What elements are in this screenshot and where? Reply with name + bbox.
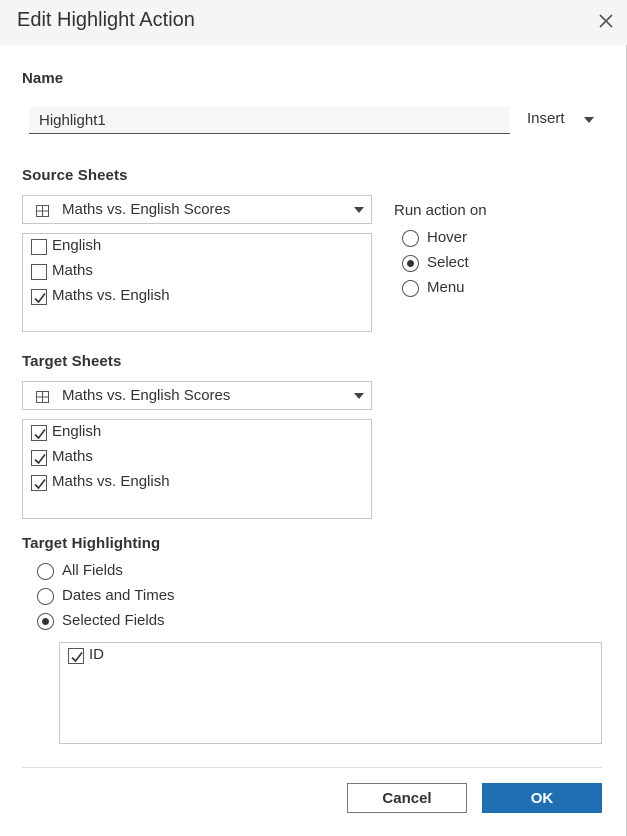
ok-button[interactable]: OK xyxy=(482,783,602,813)
radio-button[interactable] xyxy=(402,280,419,297)
edit-highlight-action-dialog: Edit Highlight Action Name Insert Source… xyxy=(0,0,627,836)
radio-button-selected[interactable] xyxy=(37,613,54,630)
name-input[interactable] xyxy=(29,107,510,134)
checkbox[interactable] xyxy=(31,239,47,255)
checkbox-checked[interactable] xyxy=(31,289,47,305)
chevron-down-icon xyxy=(354,207,364,213)
radio-button-selected[interactable] xyxy=(402,255,419,272)
chevron-down-icon xyxy=(354,393,364,399)
dialog-title-bar: Edit Highlight Action xyxy=(0,0,627,45)
cancel-button[interactable]: Cancel xyxy=(347,783,467,813)
source-sheets-label: Source Sheets xyxy=(22,167,128,184)
sheet-grid-icon xyxy=(36,390,49,403)
source-sheets-list: English Maths Maths vs. English xyxy=(22,233,372,332)
target-sheets-label: Target Sheets xyxy=(22,353,122,370)
radio-button[interactable] xyxy=(37,563,54,580)
dialog-title: Edit Highlight Action xyxy=(17,9,195,31)
insert-caret-icon[interactable] xyxy=(584,117,594,123)
radio-button[interactable] xyxy=(402,230,419,247)
checkbox-checked[interactable] xyxy=(31,475,47,491)
footer-divider xyxy=(22,767,602,768)
checkmark-icon xyxy=(34,454,46,465)
checkbox-checked[interactable] xyxy=(31,425,47,441)
insert-button[interactable]: Insert xyxy=(527,110,565,127)
source-dropdown-value: Maths vs. English Scores xyxy=(62,201,231,218)
name-label: Name xyxy=(22,70,64,87)
checkmark-icon xyxy=(34,293,46,304)
target-sheets-dropdown[interactable]: Maths vs. English Scores xyxy=(22,381,372,410)
checkmark-icon xyxy=(34,429,46,440)
sheet-grid-icon xyxy=(36,204,49,217)
checkbox-checked[interactable] xyxy=(68,648,84,664)
checkmark-icon xyxy=(71,652,83,663)
radio-button[interactable] xyxy=(37,588,54,605)
close-icon[interactable] xyxy=(596,11,616,31)
run-action-label: Run action on xyxy=(394,202,487,219)
checkbox-checked[interactable] xyxy=(31,450,47,466)
source-sheets-dropdown[interactable]: Maths vs. English Scores xyxy=(22,195,372,224)
target-sheets-list: English Maths Maths vs. English xyxy=(22,419,372,519)
target-dropdown-value: Maths vs. English Scores xyxy=(62,387,231,404)
target-highlighting-label: Target Highlighting xyxy=(22,535,161,552)
selected-fields-list: ID xyxy=(59,642,602,744)
checkmark-icon xyxy=(34,479,46,490)
checkbox[interactable] xyxy=(31,264,47,280)
